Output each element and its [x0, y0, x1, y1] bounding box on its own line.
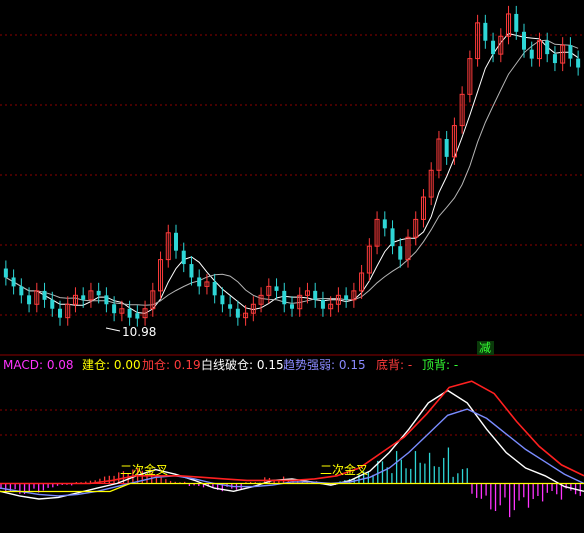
candle-body-71	[552, 54, 557, 64]
candle-body-73	[568, 45, 573, 59]
macd-red-line	[0, 380, 584, 485]
jian-badge: 减	[477, 341, 494, 355]
dibei-label: 底背:	[376, 357, 404, 372]
svg-text:底背: -: 底背: -	[376, 357, 412, 372]
candle-body-27	[212, 281, 217, 296]
candle-body-57	[444, 139, 449, 157]
jiancang-value: 0.00	[114, 358, 141, 372]
candle-body-28	[220, 295, 225, 305]
candle-body-17	[135, 313, 140, 319]
candle-body-16	[127, 308, 132, 318]
candle-body-22	[174, 232, 178, 251]
candle-body-66	[514, 13, 519, 32]
candle-body-37	[290, 304, 294, 309]
dingbei-value: -	[454, 358, 458, 372]
candle-body-29	[228, 304, 233, 309]
candle-body-7	[58, 308, 62, 318]
svg-text:加仓: 0.19: 加仓: 0.19	[142, 358, 201, 372]
macd-label: MACD:	[3, 358, 43, 372]
candle-body-10	[81, 295, 86, 300]
jiacang-value: 0.19	[174, 358, 201, 372]
ma5-line	[5, 33, 579, 314]
macd-value: 0.08	[47, 358, 74, 372]
candle-body-24	[189, 264, 194, 278]
candle-body-36	[282, 290, 287, 305]
candle-body-35	[274, 286, 279, 291]
candle-body-1	[11, 277, 16, 287]
svg-text:白线破仓: 0.15: 白线破仓: 0.15	[201, 357, 284, 372]
white-line-value: 0.15	[257, 358, 284, 372]
low-price-label: 10.98	[122, 325, 156, 339]
jiancang-label: 建仓:	[82, 358, 110, 372]
candle-body-44	[344, 295, 349, 300]
dingbei-label: 顶背:	[422, 358, 450, 372]
candle-body-50	[390, 228, 395, 247]
trend-value: 0.15	[339, 358, 366, 372]
candle-body-3	[27, 295, 32, 305]
candle-body-62	[483, 22, 488, 41]
svg-text:MACD: 0.08: MACD: 0.08	[3, 358, 74, 372]
candle-body-74	[576, 58, 581, 68]
low-price-marker: 10.98	[105, 325, 156, 339]
trend-label: 趋势强弱:	[283, 358, 335, 372]
white-line-label: 白线破仓:	[201, 357, 253, 372]
candlestick-series	[3, 5, 581, 327]
candle-body-14	[112, 304, 117, 314]
dibei-value: -	[408, 358, 412, 372]
annotation-second-golden-cross-1: 二次金叉	[120, 462, 168, 477]
candle-body-70	[545, 40, 550, 55]
candle-body-6	[50, 299, 55, 309]
ma10-line	[5, 39, 579, 306]
candle-body-49	[382, 219, 387, 229]
candle-body-51	[398, 246, 403, 260]
candle-body-40	[313, 290, 318, 300]
candle-body-67	[522, 31, 526, 50]
candle-body-5	[42, 290, 47, 300]
svg-text:顶背: -: 顶背: -	[422, 358, 458, 372]
candle-body-0	[3, 268, 8, 278]
candle-body-68	[529, 49, 534, 59]
grid-lines	[0, 34, 584, 436]
macd-annotations: 二次金叉 二次金叉	[120, 462, 368, 477]
candle-body-2	[19, 286, 24, 296]
jian-badge-text: 减	[479, 341, 491, 355]
candle-body-30	[235, 308, 240, 318]
candle-body-12	[96, 290, 101, 296]
candle-body-63	[491, 40, 496, 55]
jiacang-label: 加仓:	[142, 358, 170, 372]
annotation-second-golden-cross-2: 二次金叉	[320, 462, 368, 477]
stock-chart: 10.98 MACD: 0.08 建仓: 0.00 加仓: 0.19 白线破仓:…	[0, 5, 584, 518]
indicator-legend: MACD: 0.08 建仓: 0.00 加仓: 0.19 白线破仓: 0.15 …	[3, 357, 458, 372]
candle-body-13	[104, 295, 109, 305]
svg-text:趋势强弱: 0.15: 趋势强弱: 0.15	[283, 358, 366, 372]
candle-body-41	[320, 299, 325, 309]
price-moving-averages	[5, 33, 579, 314]
svg-text:建仓: 0.00: 建仓: 0.00	[82, 358, 141, 372]
candle-body-25	[197, 277, 202, 287]
candle-body-23	[181, 250, 186, 265]
macd-lines	[0, 380, 584, 500]
